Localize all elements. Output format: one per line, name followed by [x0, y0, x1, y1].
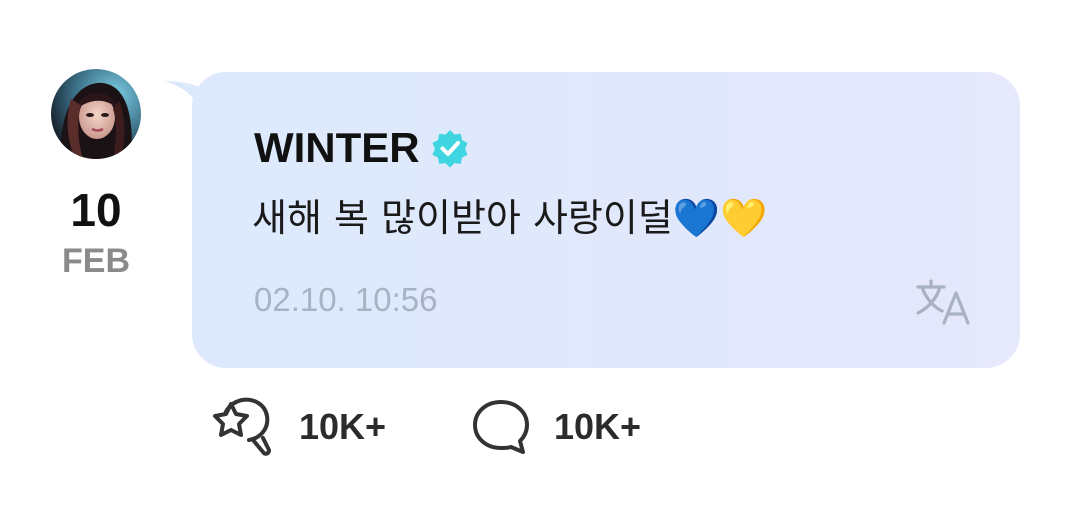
comment-icon: [473, 400, 529, 454]
message-text: 새해 복 많이받아 사랑이덜💙💛: [252, 196, 768, 240]
reaction-icon: [213, 397, 271, 456]
post-date-day: 10: [70, 184, 122, 236]
author-row: WINTER: [254, 124, 470, 172]
author-name[interactable]: WINTER: [254, 124, 420, 172]
comment-button[interactable]: 10K+: [470, 392, 641, 462]
reaction-button[interactable]: 10K+: [205, 392, 386, 462]
verified-badge-icon: [432, 130, 468, 168]
reaction-count: 10K+: [299, 406, 387, 447]
post-timestamp: 02.10. 10:56: [254, 281, 438, 318]
avatar[interactable]: [51, 69, 141, 159]
message-bubble[interactable]: WINTER 새해 복 많이받아 사랑이덜💙💛 02.10. 10:56: [192, 72, 1020, 368]
post-item: 10 FEB WINTER 새해 복 많이받아 사랑이덜💙💛 02.10. 10…: [0, 0, 1080, 515]
post-date-month: FEB: [62, 242, 130, 280]
translate-icon[interactable]: [914, 277, 972, 327]
comment-count: 10K+: [554, 406, 642, 447]
